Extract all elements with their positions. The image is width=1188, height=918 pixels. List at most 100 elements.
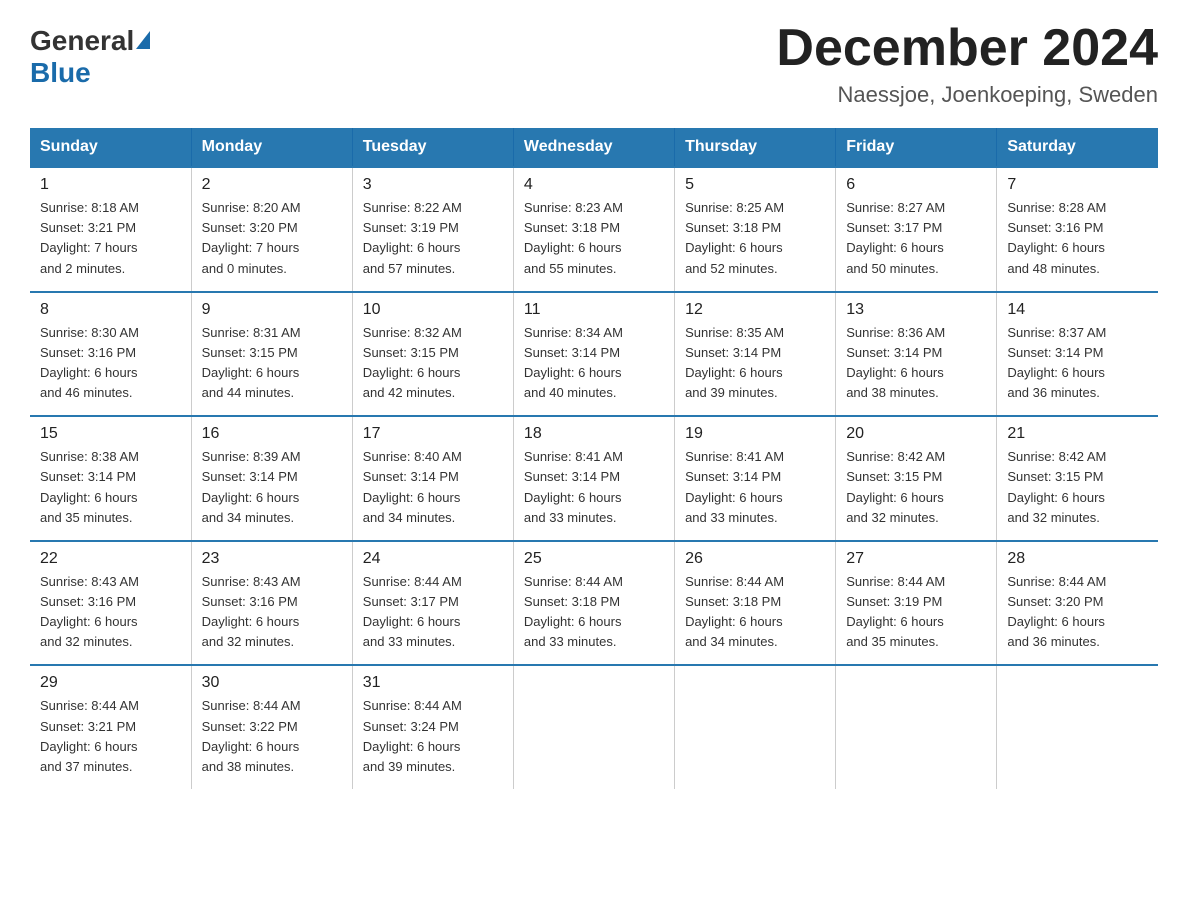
day-info: Sunrise: 8:42 AMSunset: 3:15 PMDaylight:…	[846, 447, 986, 528]
day-info: Sunrise: 8:39 AMSunset: 3:14 PMDaylight:…	[202, 447, 342, 528]
calendar-cell: 10 Sunrise: 8:32 AMSunset: 3:15 PMDayligh…	[352, 292, 513, 417]
month-title: December 2024	[776, 20, 1158, 77]
calendar-cell: 4Sunrise: 8:23 AMSunset: 3:18 PMDaylight…	[513, 167, 674, 292]
calendar-cell: 8 Sunrise: 8:30 AMSunset: 3:16 PMDaylight…	[30, 292, 191, 417]
calendar-week-row: 15 Sunrise: 8:38 AMSunset: 3:14 PMDayligh…	[30, 416, 1158, 541]
day-number: 12	[685, 301, 825, 319]
day-info: Sunrise: 8:36 AMSunset: 3:14 PMDaylight:…	[846, 323, 986, 404]
calendar-cell: 31Sunrise: 8:44 AMSunset: 3:24 PMDayligh…	[352, 665, 513, 789]
calendar-cell: 21Sunrise: 8:42 AMSunset: 3:15 PMDayligh…	[997, 416, 1158, 541]
title-section: December 2024 Naessjoe, Joenkoeping, Swe…	[776, 20, 1158, 108]
day-number: 14	[1007, 301, 1148, 319]
day-info: Sunrise: 8:31 AMSunset: 3:15 PMDaylight:…	[202, 323, 342, 404]
calendar-cell	[836, 665, 997, 789]
day-info: Sunrise: 8:37 AMSunset: 3:14 PMDaylight:…	[1007, 323, 1148, 404]
logo-general-text: General	[30, 25, 134, 57]
calendar-cell: 27 Sunrise: 8:44 AMSunset: 3:19 PMDayligh…	[836, 541, 997, 666]
day-number: 22	[40, 550, 181, 568]
calendar-cell: 15 Sunrise: 8:38 AMSunset: 3:14 PMDayligh…	[30, 416, 191, 541]
calendar-week-row: 22 Sunrise: 8:43 AMSunset: 3:16 PMDayligh…	[30, 541, 1158, 666]
day-info: Sunrise: 8:43 AMSunset: 3:16 PMDaylight:…	[202, 572, 342, 653]
day-number: 7	[1007, 176, 1148, 194]
header-friday: Friday	[836, 128, 997, 167]
location-subtitle: Naessjoe, Joenkoeping, Sweden	[776, 82, 1158, 108]
day-number: 23	[202, 550, 342, 568]
day-info: Sunrise: 8:28 AMSunset: 3:16 PMDaylight:…	[1007, 198, 1148, 279]
page-header: General Blue December 2024 Naessjoe, Joe…	[30, 20, 1158, 108]
calendar-table: Sunday Monday Tuesday Wednesday Thursday…	[30, 128, 1158, 789]
day-number: 8	[40, 301, 181, 319]
calendar-cell	[675, 665, 836, 789]
day-number: 25	[524, 550, 664, 568]
calendar-cell: 7 Sunrise: 8:28 AMSunset: 3:16 PMDaylight…	[997, 167, 1158, 292]
day-info: Sunrise: 8:44 AMSunset: 3:17 PMDaylight:…	[363, 572, 503, 653]
calendar-cell: 26Sunrise: 8:44 AMSunset: 3:18 PMDayligh…	[675, 541, 836, 666]
day-number: 20	[846, 425, 986, 443]
calendar-cell	[997, 665, 1158, 789]
day-info: Sunrise: 8:20 AMSunset: 3:20 PMDaylight:…	[202, 198, 342, 279]
day-number: 17	[363, 425, 503, 443]
day-number: 29	[40, 674, 181, 692]
calendar-cell: 16 Sunrise: 8:39 AMSunset: 3:14 PMDayligh…	[191, 416, 352, 541]
calendar-cell: 5 Sunrise: 8:25 AMSunset: 3:18 PMDaylight…	[675, 167, 836, 292]
header-sunday: Sunday	[30, 128, 191, 167]
day-number: 18	[524, 425, 664, 443]
day-info: Sunrise: 8:44 AMSunset: 3:18 PMDaylight:…	[524, 572, 664, 653]
calendar-cell: 6Sunrise: 8:27 AMSunset: 3:17 PMDaylight…	[836, 167, 997, 292]
calendar-cell: 23 Sunrise: 8:43 AMSunset: 3:16 PMDayligh…	[191, 541, 352, 666]
day-info: Sunrise: 8:44 AMSunset: 3:20 PMDaylight:…	[1007, 572, 1148, 653]
day-info: Sunrise: 8:43 AMSunset: 3:16 PMDaylight:…	[40, 572, 181, 653]
day-number: 10	[363, 301, 503, 319]
day-info: Sunrise: 8:44 AMSunset: 3:19 PMDaylight:…	[846, 572, 986, 653]
day-info: Sunrise: 8:22 AMSunset: 3:19 PMDaylight:…	[363, 198, 503, 279]
day-info: Sunrise: 8:44 AMSunset: 3:22 PMDaylight:…	[202, 696, 342, 777]
day-number: 11	[524, 301, 664, 319]
calendar-cell: 30 Sunrise: 8:44 AMSunset: 3:22 PMDayligh…	[191, 665, 352, 789]
day-number: 16	[202, 425, 342, 443]
calendar-cell: 3Sunrise: 8:22 AMSunset: 3:19 PMDaylight…	[352, 167, 513, 292]
calendar-cell: 9 Sunrise: 8:31 AMSunset: 3:15 PMDaylight…	[191, 292, 352, 417]
header-monday: Monday	[191, 128, 352, 167]
calendar-cell: 18 Sunrise: 8:41 AMSunset: 3:14 PMDayligh…	[513, 416, 674, 541]
calendar-week-row: 1Sunrise: 8:18 AMSunset: 3:21 PMDaylight…	[30, 167, 1158, 292]
day-number: 19	[685, 425, 825, 443]
header-wednesday: Wednesday	[513, 128, 674, 167]
calendar-cell: 14 Sunrise: 8:37 AMSunset: 3:14 PMDayligh…	[997, 292, 1158, 417]
day-number: 27	[846, 550, 986, 568]
calendar-cell: 20 Sunrise: 8:42 AMSunset: 3:15 PMDayligh…	[836, 416, 997, 541]
day-info: Sunrise: 8:35 AMSunset: 3:14 PMDaylight:…	[685, 323, 825, 404]
calendar-cell: 11Sunrise: 8:34 AMSunset: 3:14 PMDayligh…	[513, 292, 674, 417]
calendar-cell: 25 Sunrise: 8:44 AMSunset: 3:18 PMDayligh…	[513, 541, 674, 666]
day-number: 28	[1007, 550, 1148, 568]
header-saturday: Saturday	[997, 128, 1158, 167]
calendar-cell: 22 Sunrise: 8:43 AMSunset: 3:16 PMDayligh…	[30, 541, 191, 666]
day-info: Sunrise: 8:38 AMSunset: 3:14 PMDaylight:…	[40, 447, 181, 528]
calendar-header-row: Sunday Monday Tuesday Wednesday Thursday…	[30, 128, 1158, 167]
day-number: 30	[202, 674, 342, 692]
logo: General Blue	[30, 20, 150, 89]
day-number: 5	[685, 176, 825, 194]
day-info: Sunrise: 8:44 AMSunset: 3:24 PMDaylight:…	[363, 696, 503, 777]
day-number: 9	[202, 301, 342, 319]
header-tuesday: Tuesday	[352, 128, 513, 167]
day-number: 13	[846, 301, 986, 319]
logo-blue-text: Blue	[30, 57, 91, 89]
day-info: Sunrise: 8:40 AMSunset: 3:14 PMDaylight:…	[363, 447, 503, 528]
calendar-cell: 13 Sunrise: 8:36 AMSunset: 3:14 PMDayligh…	[836, 292, 997, 417]
day-number: 15	[40, 425, 181, 443]
day-number: 6	[846, 176, 986, 194]
calendar-cell: 28 Sunrise: 8:44 AMSunset: 3:20 PMDayligh…	[997, 541, 1158, 666]
day-number: 26	[685, 550, 825, 568]
day-info: Sunrise: 8:25 AMSunset: 3:18 PMDaylight:…	[685, 198, 825, 279]
day-info: Sunrise: 8:41 AMSunset: 3:14 PMDaylight:…	[685, 447, 825, 528]
day-info: Sunrise: 8:30 AMSunset: 3:16 PMDaylight:…	[40, 323, 181, 404]
day-info: Sunrise: 8:41 AMSunset: 3:14 PMDaylight:…	[524, 447, 664, 528]
calendar-cell: 29 Sunrise: 8:44 AMSunset: 3:21 PMDayligh…	[30, 665, 191, 789]
calendar-cell: 24Sunrise: 8:44 AMSunset: 3:17 PMDayligh…	[352, 541, 513, 666]
calendar-cell	[513, 665, 674, 789]
calendar-cell: 2Sunrise: 8:20 AMSunset: 3:20 PMDaylight…	[191, 167, 352, 292]
day-info: Sunrise: 8:44 AMSunset: 3:21 PMDaylight:…	[40, 696, 181, 777]
header-thursday: Thursday	[675, 128, 836, 167]
logo-arrow-icon	[136, 31, 150, 49]
day-info: Sunrise: 8:32 AMSunset: 3:15 PMDaylight:…	[363, 323, 503, 404]
